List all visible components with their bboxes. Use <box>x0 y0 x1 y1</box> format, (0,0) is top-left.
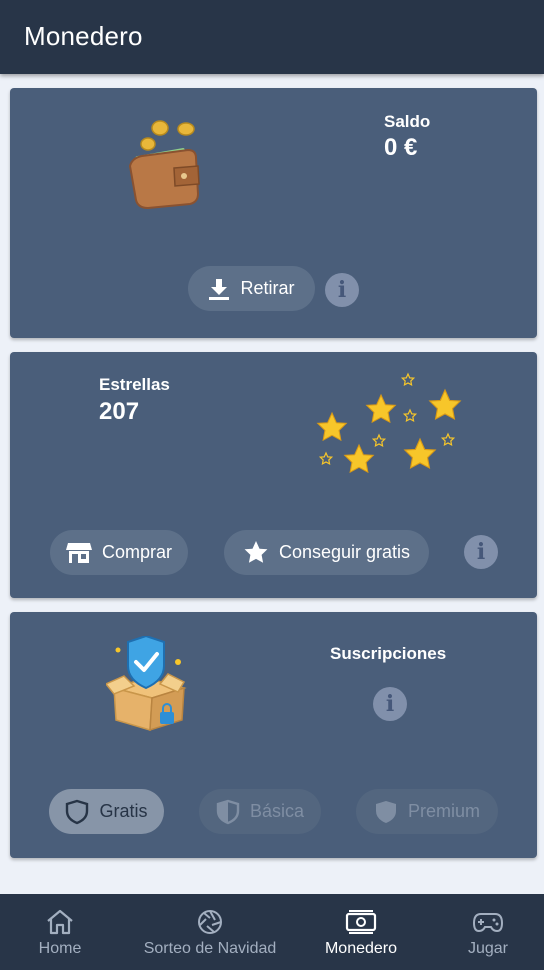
wallet-card: Saldo 0 € Retirar i <box>10 88 537 338</box>
tier-free-label: Gratis <box>99 801 148 821</box>
nav-label-play: Jugar <box>467 940 509 957</box>
balance-label: Saldo <box>384 112 431 131</box>
secure-box-illustration <box>106 636 187 732</box>
star-icon <box>243 540 269 566</box>
balance-value: 0 € <box>384 134 418 161</box>
stars-label: Estrellas <box>99 375 170 394</box>
wallet-info-icon[interactable]: i <box>325 273 359 307</box>
tier-premium-button[interactable]: Premium <box>356 789 498 834</box>
gamepad-icon <box>472 907 504 937</box>
buy-stars-button[interactable]: Comprar <box>50 530 188 575</box>
nav-label-christmas-draw: Sorteo de Navidad <box>143 940 277 957</box>
withdraw-label: Retirar <box>240 278 295 298</box>
free-stars-button[interactable]: Conseguir gratis <box>224 530 429 575</box>
buy-stars-label: Comprar <box>101 542 172 562</box>
download-icon <box>208 277 230 301</box>
free-stars-label: Conseguir gratis <box>278 542 411 562</box>
stars-card: Estrellas 207 Comprar Conseguir gratis i <box>10 352 537 598</box>
aperture-icon <box>196 907 224 937</box>
page-title: Monedero <box>24 21 143 51</box>
nav-label-wallet: Monedero <box>324 940 398 957</box>
tier-premium-label: Premium <box>407 801 480 821</box>
half-shield-icon <box>216 799 240 825</box>
filled-shield-icon <box>374 799 398 825</box>
banknote-icon <box>345 907 377 937</box>
wallet-illustration <box>128 120 200 210</box>
stars-info-icon[interactable]: i <box>464 535 498 569</box>
nav-item-home[interactable]: Home <box>24 894 96 970</box>
home-icon <box>45 907 75 937</box>
tier-basic-button[interactable]: Básica <box>199 789 321 834</box>
app-header: Monedero <box>0 0 544 74</box>
shield-icon <box>65 799 89 825</box>
subscriptions-card: Suscripciones i Gratis Básica Premium <box>10 612 537 858</box>
nav-label-home: Home <box>38 940 82 957</box>
stars-count: 207 <box>99 398 140 425</box>
nav-item-play[interactable]: Jugar <box>452 894 524 970</box>
tier-basic-label: Básica <box>249 801 305 821</box>
stars-illustration <box>317 373 462 473</box>
nav-item-wallet[interactable]: Monedero <box>316 894 406 970</box>
store-icon <box>65 541 92 565</box>
subscriptions-info-icon[interactable]: i <box>373 687 407 721</box>
bottom-nav: Home Sorteo de Navidad Monedero Jugar <box>0 894 544 970</box>
tier-free-button[interactable]: Gratis <box>49 789 164 834</box>
withdraw-button[interactable]: Retirar <box>188 266 315 311</box>
nav-item-christmas-draw[interactable]: Sorteo de Navidad <box>136 894 284 970</box>
subscriptions-label: Suscripciones <box>330 644 447 663</box>
